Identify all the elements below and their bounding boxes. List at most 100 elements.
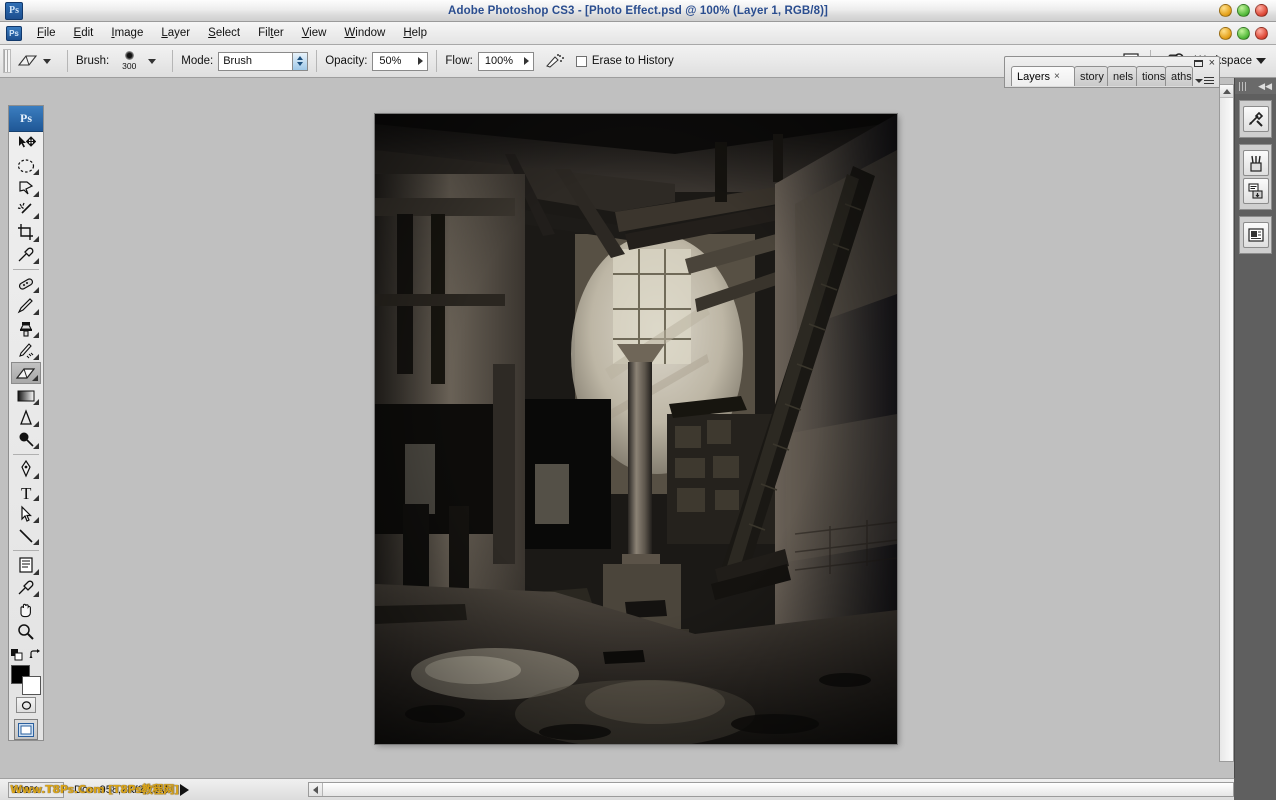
tool-preset-caret-icon[interactable] xyxy=(43,58,51,64)
flow-input[interactable]: 100% xyxy=(477,51,534,71)
brush-tool[interactable] xyxy=(11,295,41,317)
erase-to-history-checkbox[interactable]: Erase to History xyxy=(575,55,679,67)
tab-layers[interactable]: Layers × xyxy=(1011,66,1075,86)
checkbox-box[interactable] xyxy=(575,55,587,67)
zoom-value: 100% xyxy=(12,783,39,796)
tab-actions[interactable]: tions xyxy=(1136,66,1166,86)
menu-image[interactable]: Image xyxy=(102,24,152,42)
lasso-tool[interactable] xyxy=(11,177,41,199)
flyout-indicator-icon xyxy=(33,309,39,316)
magic-wand-tool[interactable] xyxy=(11,199,41,221)
menu-select[interactable]: Select xyxy=(199,24,249,42)
scroll-up-button[interactable] xyxy=(1220,85,1233,98)
tab-label: tions xyxy=(1142,70,1166,83)
toolbox: Ps T xyxy=(8,105,44,741)
document-canvas[interactable] xyxy=(375,114,897,744)
pen-tool[interactable] xyxy=(11,458,41,480)
layers-panel[interactable]: × Layers × story nels tions aths xyxy=(1004,56,1220,88)
menu-layer[interactable]: Layer xyxy=(152,24,199,42)
gradient-tool[interactable] xyxy=(11,384,41,406)
color-controls xyxy=(10,648,42,661)
dock-header[interactable]: ◀◀ xyxy=(1235,78,1276,94)
eyedropper-tool[interactable] xyxy=(11,244,41,266)
menu-edit[interactable]: Edit xyxy=(65,24,103,42)
clone-stamp-tool[interactable] xyxy=(11,317,41,339)
clone-source-panel-icon[interactable] xyxy=(1242,178,1269,204)
divider xyxy=(13,550,39,552)
tab-paths[interactable]: aths xyxy=(1165,66,1193,86)
scrollbar-thumb[interactable] xyxy=(322,783,1233,796)
tab-history[interactable]: story xyxy=(1074,66,1108,86)
color-sampler-tool[interactable] xyxy=(11,577,41,599)
eraser-tool[interactable] xyxy=(11,361,41,385)
tab-close-icon[interactable]: × xyxy=(1054,71,1060,82)
document-app-icon[interactable]: Ps xyxy=(6,25,22,41)
healing-brush-tool[interactable] xyxy=(11,273,41,295)
doc-minimize-button[interactable] xyxy=(1219,26,1232,40)
path-selection-tool[interactable] xyxy=(11,503,41,525)
move-tool[interactable] xyxy=(11,132,41,154)
opacity-input[interactable]: 50% xyxy=(372,51,429,71)
airbrush-icon[interactable] xyxy=(542,49,568,73)
screen-mode-button[interactable] xyxy=(14,719,38,740)
scroll-left-button[interactable] xyxy=(309,783,322,796)
panel-tab-strip: Layers × story nels tions aths xyxy=(1011,66,1193,86)
panel-window-controls: × xyxy=(1193,58,1215,69)
doc-close-button[interactable] xyxy=(1255,26,1268,40)
crop-tool[interactable] xyxy=(11,221,41,243)
flyout-indicator-icon xyxy=(32,375,38,382)
tab-channels[interactable]: nels xyxy=(1107,66,1137,86)
background-color-swatch[interactable] xyxy=(22,675,41,695)
menu-view[interactable]: View xyxy=(293,24,336,42)
canvas-horizontal-scrollbar[interactable] xyxy=(308,782,1234,797)
menu-help[interactable]: Help xyxy=(394,24,436,42)
dock-grip-icon[interactable] xyxy=(1239,81,1248,91)
layer-comps-panel-icon[interactable] xyxy=(1242,222,1269,248)
dodge-tool[interactable] xyxy=(11,429,41,451)
color-swatches[interactable] xyxy=(10,664,42,695)
menu-filter[interactable]: Filter xyxy=(249,24,293,42)
opacity-slider-arrow-icon[interactable] xyxy=(418,57,424,65)
canvas-vertical-scrollbar[interactable] xyxy=(1219,84,1234,762)
zoom-input[interactable]: 100% xyxy=(8,781,64,798)
zoom-tool[interactable] xyxy=(11,621,41,643)
collapse-dock-icon[interactable]: ◀◀ xyxy=(1258,81,1272,92)
photo-artwork xyxy=(375,114,897,744)
mode-select[interactable]: Brush xyxy=(218,51,309,71)
panel-minimize-icon[interactable] xyxy=(1193,60,1203,67)
flyout-indicator-icon xyxy=(33,331,39,338)
type-tool[interactable]: T xyxy=(11,481,41,503)
notes-tool[interactable] xyxy=(11,554,41,576)
divider xyxy=(67,50,68,72)
quick-mask-mode-button[interactable] xyxy=(16,697,36,714)
tab-label: Layers xyxy=(1017,70,1051,83)
line-tool[interactable] xyxy=(11,525,41,547)
flyout-indicator-icon xyxy=(33,443,39,450)
photo-image[interactable] xyxy=(375,114,897,744)
tool-presets-icon[interactable] xyxy=(1242,106,1269,132)
expand-status-icon[interactable] xyxy=(180,783,190,796)
blur-tool[interactable] xyxy=(11,407,41,429)
flow-slider-arrow-icon[interactable] xyxy=(523,57,529,65)
brush-picker-caret-icon[interactable] xyxy=(148,58,157,64)
brushes-panel-icon[interactable] xyxy=(1242,150,1269,176)
doc-maximize-button[interactable] xyxy=(1237,26,1250,40)
flyout-indicator-icon xyxy=(33,398,39,405)
eraser-tool-icon[interactable] xyxy=(15,49,41,73)
maximize-button[interactable] xyxy=(1237,4,1250,17)
options-bar-grip[interactable] xyxy=(3,49,11,73)
elliptical-marquee-tool[interactable] xyxy=(11,154,41,176)
panel-close-icon[interactable]: × xyxy=(1209,58,1215,69)
mode-spinner-icon[interactable] xyxy=(292,52,308,70)
hand-tool[interactable] xyxy=(11,599,41,621)
menu-window[interactable]: Window xyxy=(335,24,394,42)
panel-menu-icon[interactable] xyxy=(1195,77,1214,85)
history-brush-tool[interactable] xyxy=(11,340,41,362)
menu-file[interactable]: FFileile xyxy=(28,24,65,42)
workspace-caret-icon[interactable] xyxy=(1256,58,1266,64)
minimize-button[interactable] xyxy=(1219,4,1232,17)
menu-bar: Ps FFileile Edit Image Layer Select Filt… xyxy=(0,22,1276,45)
flyout-indicator-icon xyxy=(33,517,39,524)
close-button[interactable] xyxy=(1255,4,1268,17)
brush-preview[interactable]: 300 xyxy=(114,51,144,71)
